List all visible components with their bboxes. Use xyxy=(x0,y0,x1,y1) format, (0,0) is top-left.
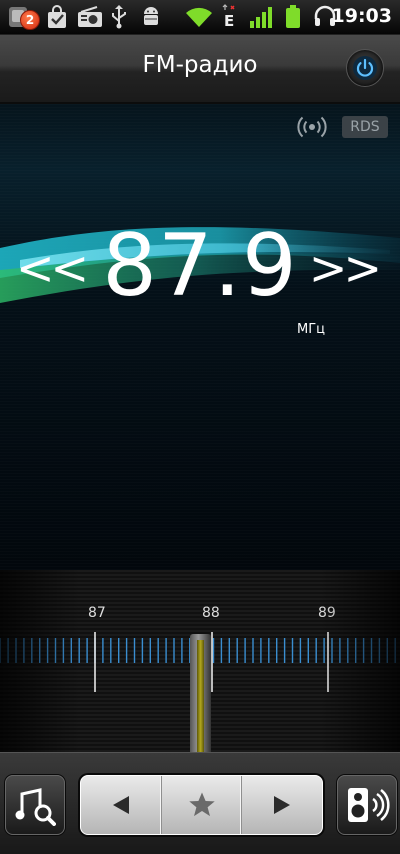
bottom-toolbar xyxy=(0,752,400,854)
tuner-needle[interactable] xyxy=(197,640,204,752)
prev-triangle-icon xyxy=(110,794,132,816)
next-triangle-icon xyxy=(271,794,293,816)
speaker-icon xyxy=(344,785,390,825)
power-button[interactable] xyxy=(346,49,384,87)
display-texture xyxy=(0,104,400,570)
shopping-bag-icon xyxy=(44,4,70,30)
page-title: FM-радио xyxy=(142,52,258,78)
speaker-button[interactable] xyxy=(337,775,397,835)
prev-station-button[interactable] xyxy=(81,776,161,834)
rds-signal-icon xyxy=(296,114,328,140)
next-station-button[interactable] xyxy=(241,776,322,834)
star-icon xyxy=(188,791,216,819)
network-e-icon: E xyxy=(220,4,238,30)
frequency-unit: МГц xyxy=(297,322,325,337)
rds-badge: RDS xyxy=(342,116,388,138)
android-debug-icon xyxy=(140,4,162,30)
favorite-button[interactable] xyxy=(160,776,242,834)
music-search-button[interactable] xyxy=(5,775,65,835)
radio-icon xyxy=(76,4,104,30)
clock: 19:03 xyxy=(331,5,392,27)
title-bar: FM-радио xyxy=(0,35,400,104)
seek-forward-button[interactable]: >> xyxy=(309,241,382,295)
svg-text:E: E xyxy=(224,12,234,30)
music-search-icon xyxy=(14,784,56,826)
frequency-display: RDS << 87.9 >> МГц xyxy=(0,104,400,570)
usb-icon xyxy=(110,4,128,30)
battery-icon xyxy=(284,4,302,30)
tuner-scale[interactable]: 87 88 89 xyxy=(0,570,400,752)
notification-count-badge: 2 xyxy=(20,10,40,30)
power-icon xyxy=(352,55,378,81)
signal-icon xyxy=(248,4,274,30)
tuning-controls xyxy=(80,775,323,835)
wifi-icon xyxy=(184,4,214,30)
status-bar: 2 E 19:03 xyxy=(0,0,400,35)
